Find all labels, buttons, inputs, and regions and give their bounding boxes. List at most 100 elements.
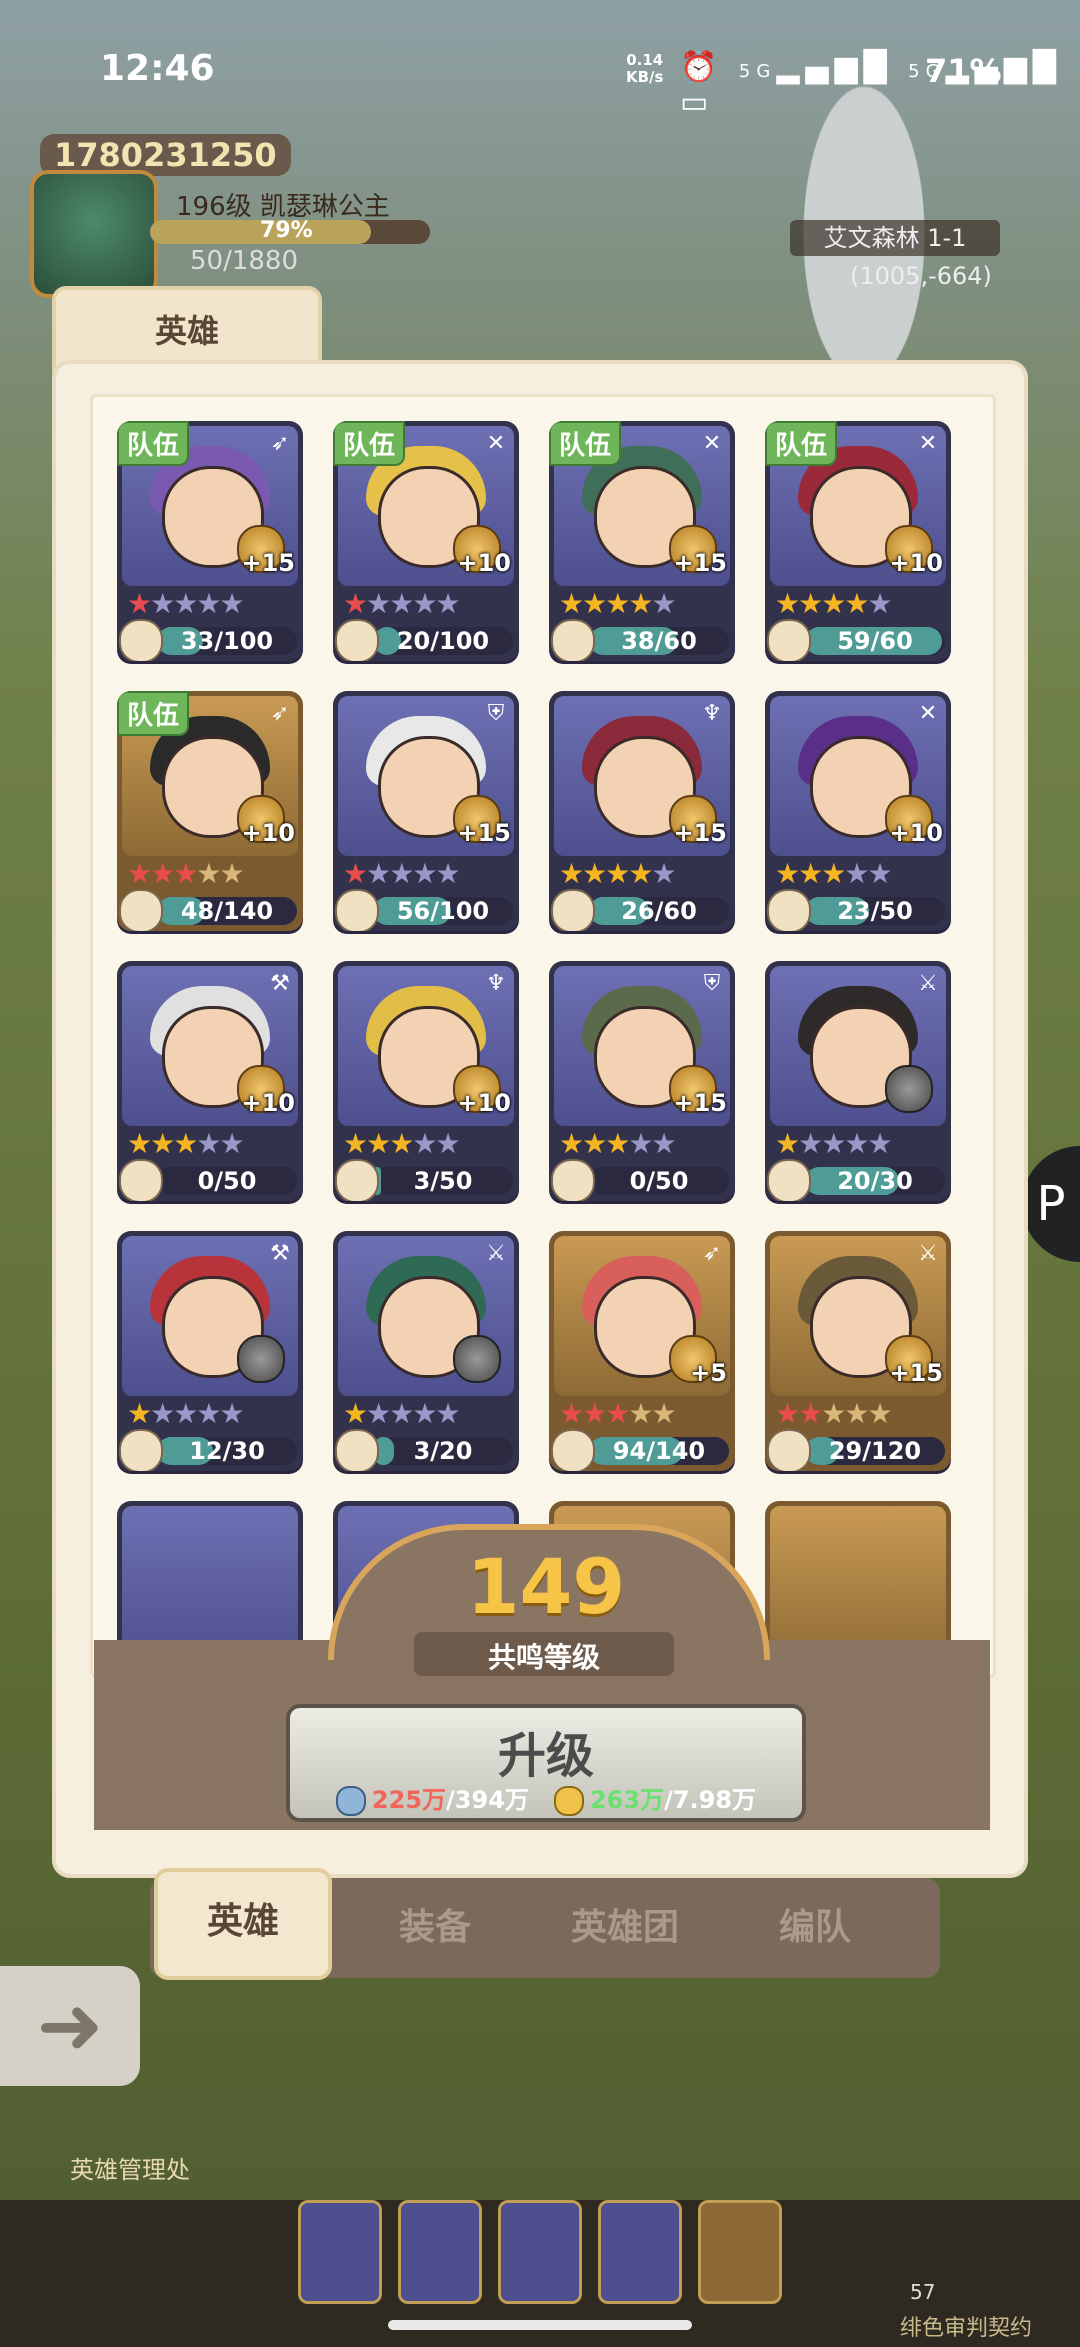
bottom-tab-bar: 英雄 装备 英雄团 编队 (150, 1868, 940, 1980)
hero-card[interactable]: ⚔ ★★★★★ 3/20 (333, 1231, 519, 1471)
battery-percent: 71% (925, 52, 1002, 90)
staff-icon: ♆ (702, 701, 722, 726)
hero-card[interactable]: ⚔ +15 ★★★★★ 29/120 (765, 1231, 951, 1471)
hero-stars: ★★★★★ (127, 587, 245, 620)
team-badge: 队伍 (333, 421, 406, 466)
tab-hero-group[interactable]: 英雄团 (540, 1878, 710, 1978)
tab-equipment[interactable]: 装备 (350, 1878, 520, 1978)
upgrade-button[interactable]: 升级 225万/394万 263万/7.98万 (286, 1704, 806, 1822)
shield-icon: ⛨ (487, 701, 505, 726)
cost1-need: /394万 (446, 1786, 529, 1814)
hero-stars: ★★★★★ (127, 857, 245, 890)
signal-icon: ▂▄▆█ (776, 50, 893, 85)
team-badge: 队伍 (117, 691, 190, 736)
equipment-gear-icon (237, 1335, 285, 1383)
energy-counter: 50/1880 (190, 246, 299, 276)
team-hero-slot[interactable] (498, 2200, 582, 2304)
fragment-count: 59/60 (837, 627, 913, 655)
hero-card[interactable]: 队伍 ➶ +15 ★★★★★ 33/100 (117, 421, 303, 661)
hero-stars: ★★★★★ (559, 587, 677, 620)
status-bar: 12:46 0.14 KB/s ⏰ 5G▂▄▆█ 5G▂▄▆█ ▭ 71% (0, 0, 1080, 140)
hero-stars: ★★★★★ (127, 1397, 245, 1430)
hero-card[interactable]: 队伍 ✕ +15 ★★★★★ 38/60 (549, 421, 735, 661)
home-indicator[interactable] (388, 2320, 692, 2330)
status-icons: ⏰ 5G▂▄▆█ 5G▂▄▆█ ▭ (680, 50, 1080, 120)
hero-bonus: +10 (241, 819, 295, 847)
alarm-icon: ⏰ (680, 50, 724, 85)
bow-icon: ➶ (270, 431, 290, 456)
hero-card[interactable]: ➶ +5 ★★★★★ 94/140 (549, 1231, 735, 1471)
axe-icon: ⚒ (270, 1241, 290, 1266)
bow-icon: ➶ (702, 1241, 722, 1266)
team-hero-slot[interactable] (398, 2200, 482, 2304)
fragment-count: 0/50 (197, 1167, 257, 1195)
fragment-count: 20/30 (837, 1167, 913, 1195)
hero-card[interactable]: 队伍 ✕ +10 ★★★★★ 20/100 (333, 421, 519, 661)
gold-coin-icon (553, 1786, 584, 1816)
hero-bonus: +15 (673, 819, 727, 847)
team-badge: 队伍 (549, 421, 622, 466)
map-location[interactable]: 艾文森林 1-1 (790, 220, 1000, 256)
hero-stars: ★★★★★ (559, 1127, 677, 1160)
hero-card[interactable]: ♆ +10 ★★★★★ 3/50 (333, 961, 519, 1201)
back-button[interactable]: ➜ (0, 1966, 140, 2086)
hero-card[interactable]: ♆ +15 ★★★★★ 26/60 (549, 691, 735, 931)
hero-card[interactable]: 队伍 ➶ +10 ★★★★★ 48/140 (117, 691, 303, 931)
hero-card[interactable]: ⚒ +10 ★★★★★ 0/50 (117, 961, 303, 1201)
xp-percent: 79% (260, 218, 313, 243)
hero-card[interactable]: 队伍 ✕ +10 ★★★★★ 59/60 (765, 421, 951, 661)
fragment-count: 94/140 (612, 1437, 706, 1465)
fragment-count: 56/100 (396, 897, 490, 925)
building-label: 英雄管理处 (70, 2156, 190, 2184)
fragment-count: 26/60 (621, 897, 697, 925)
hero-bonus: +10 (241, 1089, 295, 1117)
staff-icon: ♆ (486, 971, 506, 996)
fragment-count: 23/50 (837, 897, 913, 925)
fragment-count: 38/60 (621, 627, 697, 655)
sword-icon: ⚔ (486, 1241, 506, 1266)
hero-stars: ★★★★★ (343, 1127, 461, 1160)
hero-stars: ★★★★★ (127, 1127, 245, 1160)
sword-icon: ⚔ (918, 971, 938, 996)
tab-heroes[interactable]: 英雄 (154, 1868, 332, 1980)
signal-label-1: 5G (738, 61, 777, 82)
fragment-count: 3/50 (413, 1167, 473, 1195)
team-hero-slot[interactable] (298, 2200, 382, 2304)
cross-icon: ✕ (918, 701, 938, 726)
player-avatar[interactable] (30, 170, 158, 298)
hero-bonus: +10 (457, 549, 511, 577)
bow-icon: ➶ (270, 701, 290, 726)
fragment-count: 0/50 (629, 1167, 689, 1195)
team-badge: 队伍 (765, 421, 838, 466)
hero-bonus: +10 (889, 549, 943, 577)
net-speed-value: 0.14 (626, 51, 664, 69)
hero-card[interactable]: ✕ +10 ★★★★★ 23/50 (765, 691, 951, 931)
equipment-gear-icon (453, 1335, 501, 1383)
fragment-count: 29/120 (828, 1437, 922, 1465)
bottom-count: 57 (910, 2280, 936, 2304)
cost1-have: 225万 (371, 1786, 447, 1814)
hero-card[interactable]: ⛨ +15 ★★★★★ 56/100 (333, 691, 519, 931)
hero-stars: ★★★★★ (775, 1127, 893, 1160)
hero-card[interactable]: ⚒ ★★★★★ 12/30 (117, 1231, 303, 1471)
hero-card[interactable]: ⚔ ★★★★★ 20/30 (765, 961, 951, 1201)
cost2-have: 263万 (589, 1786, 665, 1814)
team-hero-slot[interactable] (598, 2200, 682, 2304)
hero-bonus: +15 (673, 549, 727, 577)
upgrade-label: 升级 (497, 1728, 594, 1784)
team-hero-slot[interactable] (698, 2200, 782, 2304)
panel-title: 英雄 (154, 312, 219, 350)
tab-formation[interactable]: 编队 (730, 1878, 900, 1978)
fragment-count: 33/100 (180, 627, 274, 655)
hero-card[interactable]: ⛨ +15 ★★★★★ 0/50 (549, 961, 735, 1201)
hero-stars: ★★★★★ (775, 857, 893, 890)
hero-bonus: +15 (673, 1089, 727, 1117)
hero-bonus: +10 (457, 1089, 511, 1117)
hero-stars: ★★★★★ (559, 1397, 677, 1430)
sword-icon: ⚔ (918, 1241, 938, 1266)
contract-label[interactable]: 绯色审判契约 (900, 2310, 1032, 2342)
hero-grid[interactable]: 队伍 ➶ +15 ★★★★★ 33/100 队伍 ✕ +10 ★★★★★ 20/100 队伍 ✕ +15… (90, 394, 996, 1678)
hero-bonus: +5 (690, 1359, 727, 1387)
clock: 12:46 (100, 48, 215, 89)
hero-stars: ★★★★★ (775, 1397, 893, 1430)
